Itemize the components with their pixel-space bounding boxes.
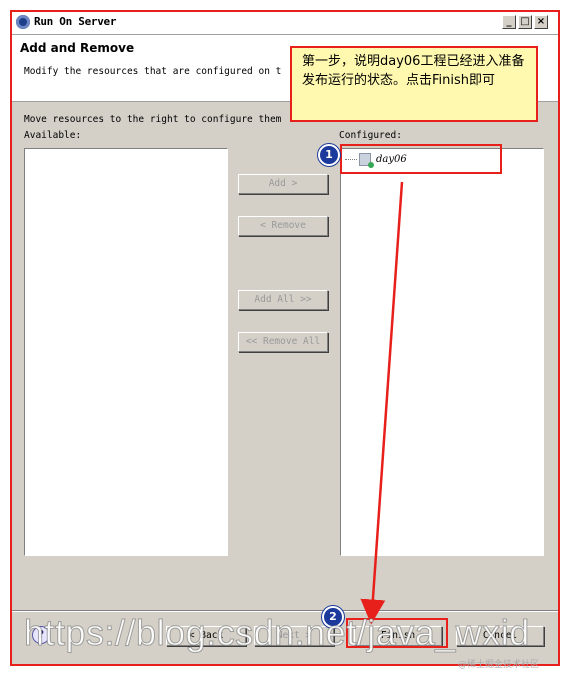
step-badge-1: 1 bbox=[318, 144, 340, 166]
watermark-text: https://blog.csdn.net/java_wxid bbox=[24, 612, 530, 654]
arrow-line bbox=[360, 181, 404, 625]
corner-watermark: @稀土掘金技术社区 bbox=[458, 660, 540, 670]
annotation-arrow bbox=[360, 181, 404, 625]
